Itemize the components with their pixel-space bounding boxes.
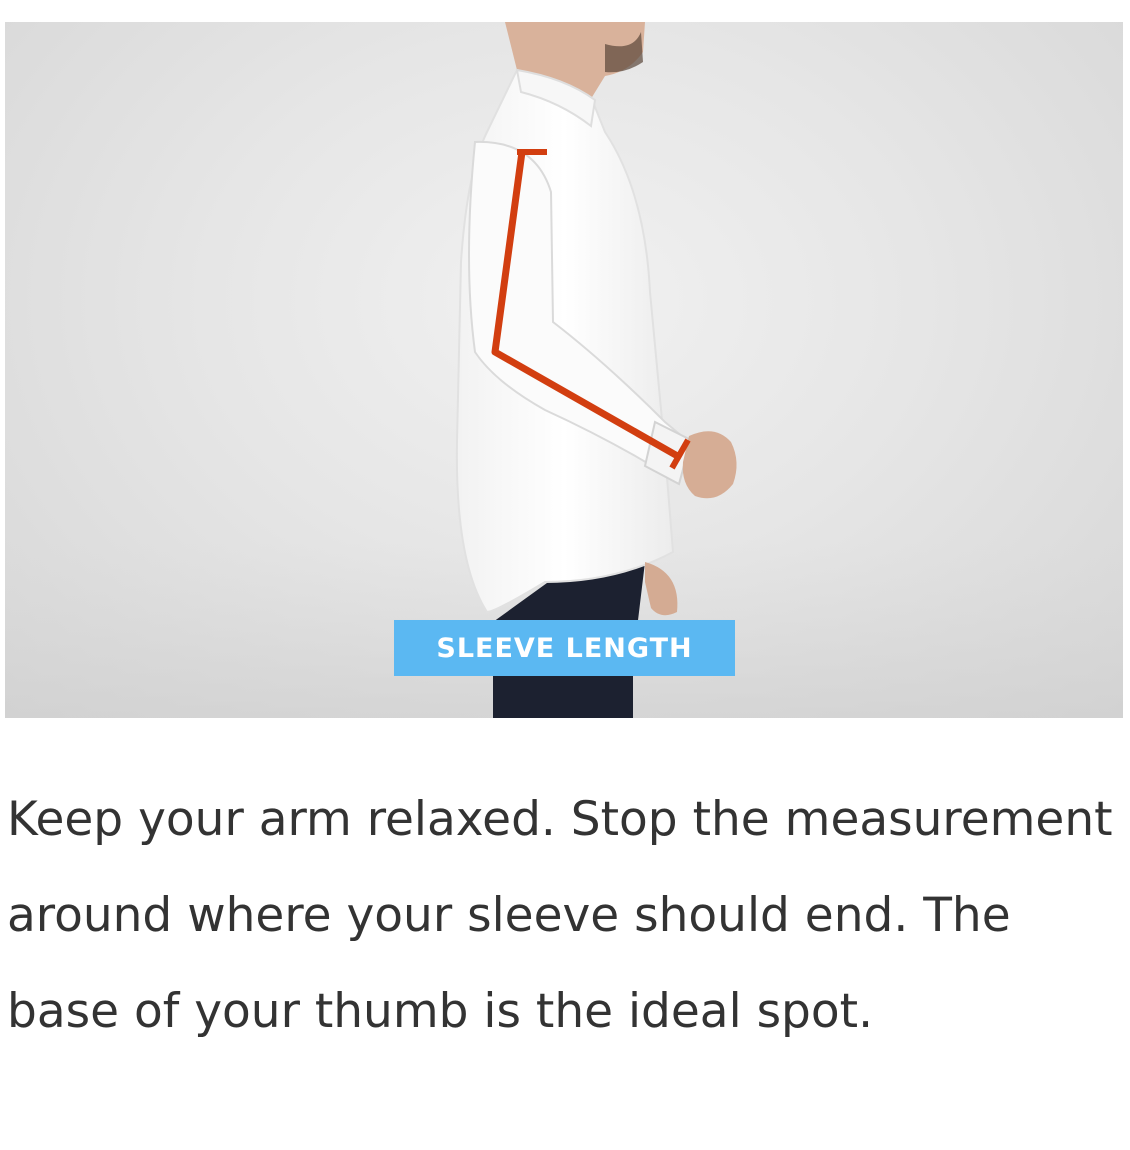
measurement-instructions: Keep your arm relaxed. Stop the measurem… (7, 792, 1113, 1039)
sleeve-length-figure: SLEEVE LENGTH (5, 22, 1123, 718)
fist (682, 431, 737, 499)
model-illustration (5, 22, 1123, 718)
sleeve-length-badge: SLEEVE LENGTH (394, 620, 735, 676)
